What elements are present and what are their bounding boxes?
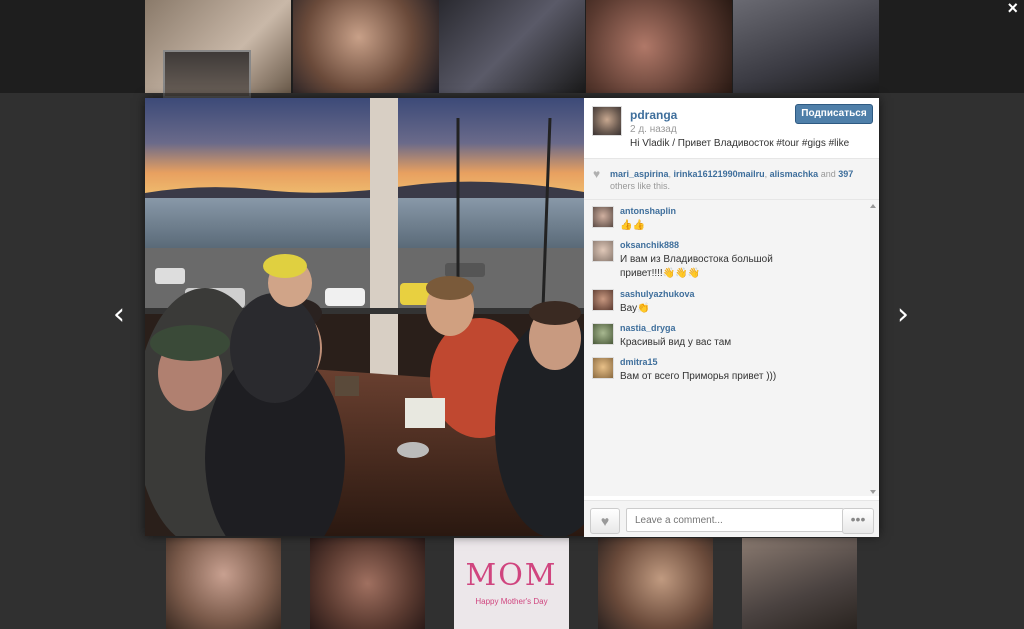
thumbnail-7[interactable] <box>310 538 425 629</box>
thumbnail-9[interactable] <box>742 538 857 629</box>
follow-button[interactable]: Подписаться <box>795 104 873 124</box>
thumbnail-8[interactable] <box>598 538 713 629</box>
comment-username[interactable]: antonshaplin <box>620 206 676 216</box>
thumbnail-2[interactable] <box>293 0 439 93</box>
thumbnail-6[interactable] <box>166 538 281 629</box>
thumbnail-5[interactable] <box>733 0 879 93</box>
next-arrow-icon[interactable]: › <box>897 300 909 330</box>
liker-link[interactable]: irinka16121990mailru <box>674 169 765 179</box>
heart-icon: ♥ <box>593 167 601 181</box>
more-options-button[interactable]: ••• <box>842 508 874 534</box>
thumbnail-mothers-day[interactable]: MOM Happy Mother's Day <box>454 538 569 629</box>
post-caption: Hi Vladik / Привет Владивосток #tour #gi… <box>630 138 850 149</box>
post-photo-image <box>145 98 584 536</box>
top-thumbnail-strip <box>0 0 1024 98</box>
comment-text: Вам от всего Приморья привет ))) <box>620 371 777 382</box>
comment-text: Вау👏 <box>620 303 650 314</box>
thumbnail-1-selected[interactable] <box>163 50 251 98</box>
likers-text: mari_aspirina, irinka16121990mailru, ali… <box>610 168 872 192</box>
comments-scrollbar[interactable] <box>869 202 877 496</box>
prev-arrow-icon[interactable]: ‹ <box>113 300 125 330</box>
liker-link[interactable]: mari_aspirina <box>610 169 669 179</box>
post-details-panel: pdranga 2 д. назад Hi Vladik / Привет Вл… <box>584 98 879 537</box>
like-heart-icon[interactable]: ♥ <box>590 508 620 534</box>
comment-text: Красивый вид у вас там <box>620 337 732 348</box>
close-icon[interactable]: × <box>1007 0 1018 19</box>
comment-username[interactable]: sashulyazhukova <box>620 289 695 299</box>
photo-modal: pdranga 2 д. назад Hi Vladik / Привет Вл… <box>145 98 879 537</box>
post-photo[interactable] <box>145 98 584 536</box>
likes-section: ♥ mari_aspirina, irinka16121990mailru, a… <box>584 159 879 200</box>
mom-title: MOM <box>465 558 558 593</box>
comment-text: 👍👍 <box>620 220 645 231</box>
comment-username[interactable]: oksanchik888 <box>620 240 679 250</box>
comment-footer: ♥ ••• <box>584 500 879 537</box>
likes-suffix: others like this. <box>610 181 671 191</box>
comment-text: И вам из Владивостока большой привет!!!!… <box>620 254 773 279</box>
comment-avatar[interactable] <box>592 206 614 228</box>
thumbnail-3[interactable] <box>439 0 585 93</box>
comments-list[interactable]: antonshaplin 👍👍 oksanchik888 И вам из Вл… <box>584 200 879 496</box>
likes-count[interactable]: 397 <box>838 169 853 179</box>
comment-username[interactable]: dmitra15 <box>620 357 658 367</box>
comment-avatar[interactable] <box>592 323 614 345</box>
likes-and: and <box>818 169 839 179</box>
post-timestamp[interactable]: 2 д. назад <box>630 124 677 135</box>
post-username[interactable]: pdranga <box>630 108 677 122</box>
post-header: pdranga 2 д. назад Hi Vladik / Привет Вл… <box>584 98 879 159</box>
avatar[interactable] <box>592 106 622 136</box>
liker-link[interactable]: alismachka <box>770 169 819 179</box>
comment-avatar[interactable] <box>592 240 614 262</box>
comment-username[interactable]: nastia_dryga <box>620 323 676 333</box>
thumbnail-4[interactable] <box>586 0 732 93</box>
comment-avatar[interactable] <box>592 357 614 379</box>
mom-subtitle: Happy Mother's Day <box>475 597 548 606</box>
comment-avatar[interactable] <box>592 289 614 311</box>
comment-input[interactable] <box>626 508 844 532</box>
